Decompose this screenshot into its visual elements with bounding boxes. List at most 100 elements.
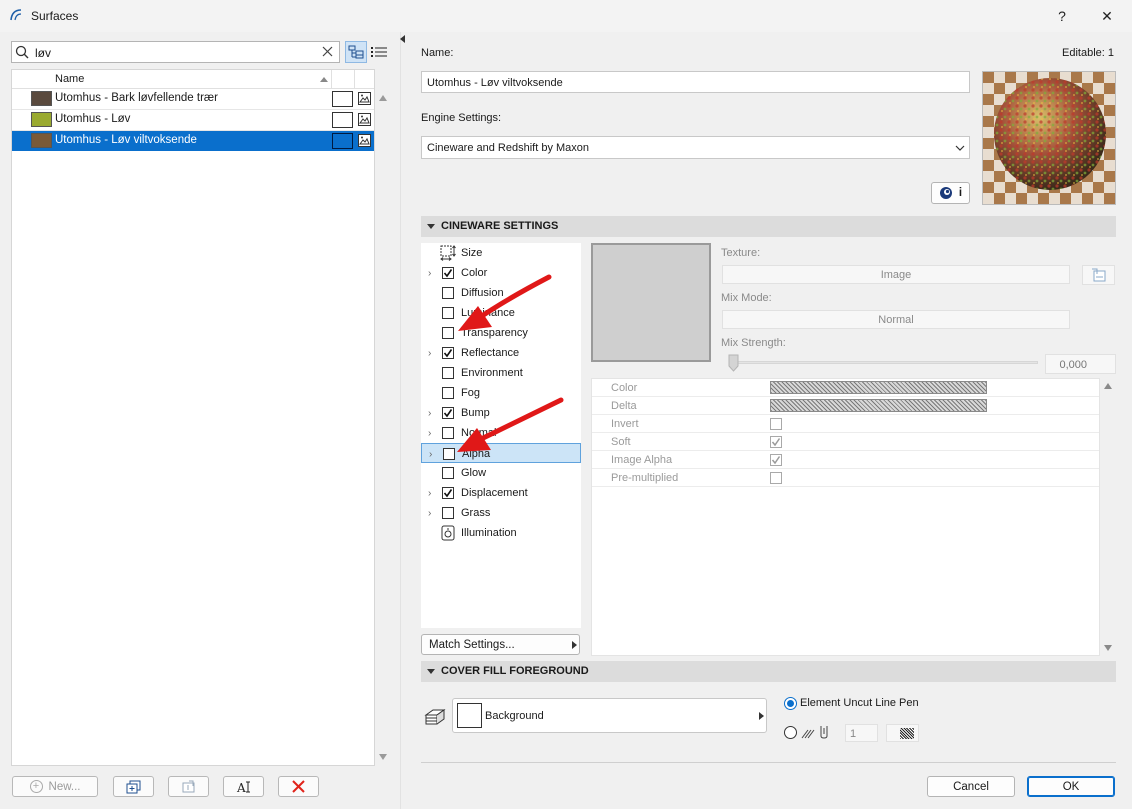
channel-label: Bump	[461, 407, 490, 419]
channel-checkbox[interactable]	[443, 448, 455, 460]
mix-mode-dropdown[interactable]: Normal	[722, 310, 1070, 329]
list-header[interactable]: Name	[12, 70, 374, 89]
clear-search-icon[interactable]	[322, 46, 333, 57]
props-scroll-down-icon[interactable]	[1104, 645, 1112, 651]
property-checkbox[interactable]	[770, 472, 782, 484]
new-button-label: New...	[48, 780, 81, 793]
preview-image-icon[interactable]	[358, 113, 371, 126]
channel-displacement[interactable]: › Displacement	[421, 483, 581, 503]
channel-label: Size	[461, 247, 483, 259]
channel-grass[interactable]: › Grass	[421, 503, 581, 523]
cancel-button[interactable]: Cancel	[927, 776, 1015, 797]
surface-visibility-box[interactable]	[332, 91, 353, 107]
channel-glow[interactable]: Glow	[421, 463, 581, 483]
surface-name-field[interactable]: Utomhus - Løv viltvoksende	[421, 71, 970, 93]
channel-luminance[interactable]: Luminance	[421, 303, 581, 323]
search-input[interactable]	[11, 41, 340, 63]
new-surface-button[interactable]: + New...	[12, 776, 98, 797]
expand-chevron-icon[interactable]: ›	[428, 408, 431, 419]
channel-checkbox[interactable]	[442, 307, 454, 319]
texture-preview[interactable]	[591, 243, 711, 362]
cineware-settings-header[interactable]: CINEWARE SETTINGS	[421, 216, 1116, 237]
channel-bump[interactable]: › Bump	[421, 403, 581, 423]
duplicate-button[interactable]	[113, 776, 154, 797]
channel-transparency[interactable]: Transparency	[421, 323, 581, 343]
property-checkbox[interactable]	[770, 454, 782, 466]
column-name-header[interactable]: Name	[55, 73, 84, 85]
channel-illumination[interactable]: Illumination	[421, 523, 581, 543]
channel-color[interactable]: › Color	[421, 263, 581, 283]
mix-strength-slider-thumb[interactable]	[728, 354, 739, 372]
tree-view-icon[interactable]	[345, 41, 367, 63]
channel-checkbox[interactable]	[442, 327, 454, 339]
channel-checkbox[interactable]	[442, 507, 454, 519]
expand-chevron-icon[interactable]: ›	[429, 449, 432, 460]
channel-size[interactable]: Size	[421, 243, 581, 263]
props-scroll-up-icon[interactable]	[1104, 383, 1112, 389]
close-button[interactable]: ✕	[1087, 4, 1127, 28]
expand-chevron-icon[interactable]: ›	[428, 268, 431, 279]
delete-button[interactable]	[278, 776, 319, 797]
channel-label: Transparency	[461, 327, 528, 339]
channel-diffusion[interactable]: Diffusion	[421, 283, 581, 303]
cineware-info-button[interactable]: i	[931, 182, 970, 204]
expand-chevron-icon[interactable]: ›	[428, 348, 431, 359]
channel-checkbox[interactable]	[442, 487, 454, 499]
expand-chevron-icon[interactable]: ›	[428, 488, 431, 499]
channel-checkbox[interactable]	[442, 407, 454, 419]
panel-splitter[interactable]	[400, 32, 405, 809]
channel-alpha[interactable]: › Alpha	[421, 443, 581, 463]
list-item[interactable]: Utomhus - Løv viltvoksende	[12, 131, 374, 151]
expand-chevron-icon[interactable]: ›	[428, 508, 431, 519]
channel-checkbox[interactable]	[442, 467, 454, 479]
list-item[interactable]: Utomhus - Løv	[12, 110, 374, 130]
help-button[interactable]: ?	[1042, 4, 1082, 28]
texture-field[interactable]: Image	[722, 265, 1070, 284]
channel-checkbox[interactable]	[442, 347, 454, 359]
pen-color-swatch[interactable]	[886, 724, 919, 742]
ok-button[interactable]: OK	[1027, 776, 1115, 797]
surface-color-swatch	[31, 112, 52, 127]
element-uncut-line-pen-label: Element Uncut Line Pen	[800, 697, 919, 709]
channel-checkbox[interactable]	[442, 427, 454, 439]
list-item[interactable]: Utomhus - Bark løvfellende trær	[12, 89, 374, 109]
engine-settings-dropdown[interactable]: Cineware and Redshift by Maxon	[421, 136, 970, 159]
surface-visibility-box[interactable]	[332, 112, 353, 128]
channel-environment[interactable]: Environment	[421, 363, 581, 383]
mix-strength-slider-track[interactable]	[733, 361, 1038, 364]
search-value[interactable]: løv	[35, 46, 51, 60]
list-view-icon[interactable]	[368, 41, 390, 63]
channel-checkbox[interactable]	[442, 267, 454, 279]
list-scroll-down-icon[interactable]	[379, 754, 387, 760]
background-fill-selector[interactable]: Background	[452, 698, 767, 733]
channel-reflectance[interactable]: › Reflectance	[421, 343, 581, 363]
preview-image-icon[interactable]	[358, 134, 371, 147]
surface-visibility-box[interactable]	[332, 133, 353, 149]
channel-checkbox[interactable]	[442, 367, 454, 379]
expand-chevron-icon[interactable]: ›	[428, 428, 431, 439]
channel-checkbox[interactable]	[442, 387, 454, 399]
property-swatch[interactable]	[770, 399, 987, 412]
channel-normal[interactable]: › Normal	[421, 423, 581, 443]
element-uncut-line-pen-radio[interactable]	[784, 697, 797, 710]
custom-pen-radio[interactable]	[784, 726, 797, 739]
preview-image-icon[interactable]	[358, 92, 371, 105]
pen-number-field[interactable]: 1	[845, 724, 878, 742]
property-swatch[interactable]	[770, 381, 987, 394]
list-scroll-up-icon[interactable]	[379, 95, 387, 101]
import-button[interactable]	[168, 776, 209, 797]
channel-fog[interactable]: Fog	[421, 383, 581, 403]
load-image-icon	[1091, 268, 1105, 282]
match-settings-button[interactable]: Match Settings...	[421, 634, 580, 655]
cover-fill-header[interactable]: COVER FILL FOREGROUND	[421, 661, 1116, 682]
rename-button[interactable]: A	[223, 776, 264, 797]
property-checkbox[interactable]	[770, 418, 782, 430]
footer-divider	[421, 762, 1116, 763]
load-texture-button[interactable]	[1082, 265, 1115, 285]
property-checkbox[interactable]	[770, 436, 782, 448]
collapse-panel-icon[interactable]	[400, 35, 405, 43]
mix-strength-input[interactable]: 0,000	[1045, 354, 1116, 374]
channel-checkbox[interactable]	[442, 287, 454, 299]
pen-icon	[801, 724, 831, 740]
channel-label: Normal	[461, 427, 497, 439]
